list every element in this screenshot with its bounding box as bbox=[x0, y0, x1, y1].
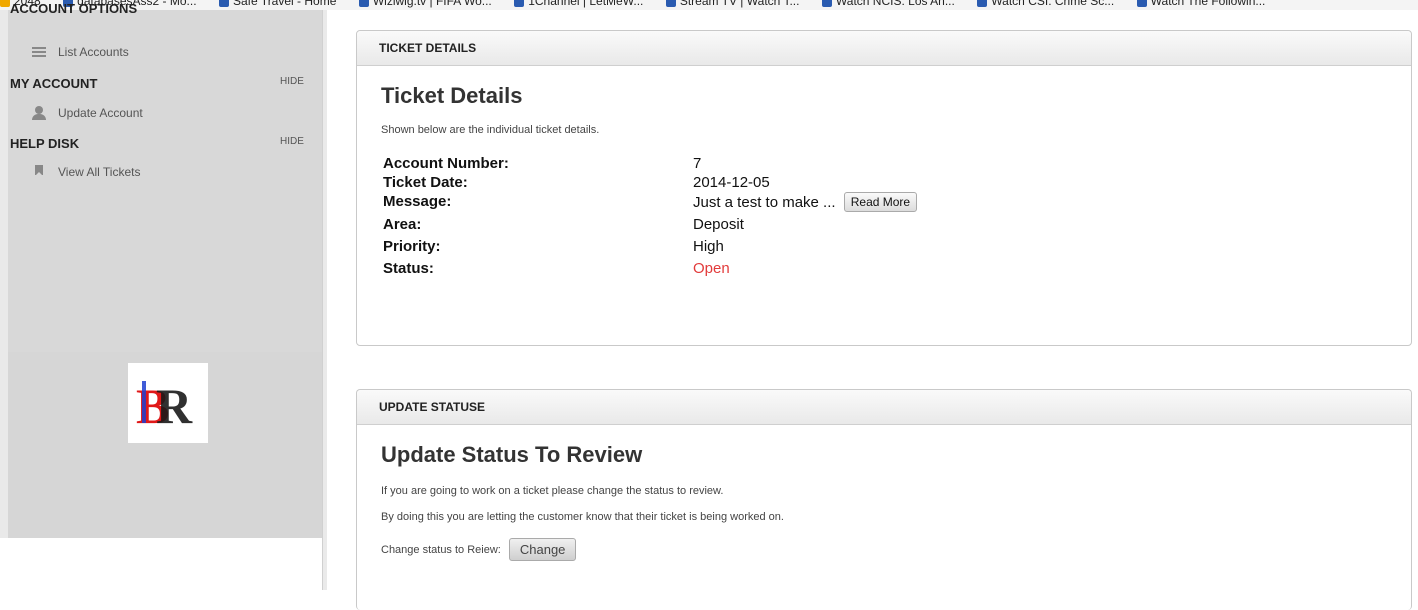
update-status-panel: UPDATE STATUSE Update Status To Review I… bbox=[356, 389, 1412, 610]
sidebar-item-view-all-tickets[interactable]: View All Tickets bbox=[32, 165, 140, 179]
detail-label: Priority: bbox=[383, 238, 441, 255]
detail-value: 2014-12-05 bbox=[693, 174, 770, 191]
sidebar-gutter bbox=[0, 10, 8, 538]
bookmark-icon bbox=[32, 165, 46, 179]
section-header-help-disk: HELP DISK bbox=[10, 136, 80, 151]
sidebar-footer bbox=[0, 538, 322, 590]
bookmark-stream-tv[interactable]: Stream TV | Watch T... bbox=[665, 0, 799, 8]
page-title: Ticket Details bbox=[381, 83, 523, 108]
section-header-account-options: ACCOUNT OPTIONS bbox=[10, 1, 138, 16]
hide-my-account-link[interactable]: HIDE bbox=[280, 76, 304, 87]
bookmarks-bar: 2048 databasesAss2 - Mo... Safe Travel -… bbox=[0, 0, 1418, 10]
change-status-button[interactable]: Change bbox=[508, 538, 577, 561]
user-icon bbox=[32, 106, 46, 120]
sidebar-item-label: List Accounts bbox=[58, 45, 129, 59]
panel-header: UPDATE STATUSE bbox=[357, 390, 1411, 425]
bookmark-1channel[interactable]: 1Channel | LetMeW... bbox=[514, 0, 643, 8]
detail-label: Account Number: bbox=[383, 155, 509, 172]
hide-help-disk-link[interactable]: HIDE bbox=[280, 136, 304, 147]
change-status-row: Change status to Reiew: Change bbox=[381, 538, 577, 561]
bookmark-csi[interactable]: Watch CSI: Crime Sc... bbox=[977, 0, 1114, 8]
logo-letter-r-overlay: R bbox=[156, 378, 193, 434]
change-status-label: Change status to Reiew: bbox=[381, 543, 501, 556]
bookmark-following[interactable]: Watch The Followin... bbox=[1136, 0, 1265, 8]
sidebar-item-label: Update Account bbox=[58, 106, 143, 120]
sidebar-divider bbox=[322, 10, 327, 590]
logo-graphic: B R bbox=[136, 378, 193, 434]
detail-label: Message: bbox=[383, 193, 452, 210]
bookmark-safe-travel[interactable]: Safe Travel - Home bbox=[219, 0, 336, 8]
detail-label: Status: bbox=[383, 260, 434, 277]
section-title: Update Status To Review bbox=[381, 442, 643, 467]
sidebar-item-update-account[interactable]: Update Account bbox=[32, 106, 143, 120]
status-badge: Open bbox=[693, 260, 730, 277]
brand-logo: B R bbox=[128, 363, 208, 443]
ticket-details-panel: TICKET DETAILS Ticket Details Shown belo… bbox=[356, 30, 1412, 346]
logo-blue-stroke bbox=[142, 381, 146, 423]
sidebar-item-list-accounts[interactable]: List Accounts bbox=[32, 45, 129, 59]
detail-label: Ticket Date: bbox=[383, 174, 468, 191]
detail-value: High bbox=[693, 238, 724, 255]
list-icon bbox=[32, 45, 46, 59]
detail-value: Deposit bbox=[693, 216, 744, 233]
instructions-line-1: If you are going to work on a ticket ple… bbox=[381, 485, 724, 497]
message-value-group: Just a test to make ... Read More bbox=[693, 192, 918, 213]
detail-value: 7 bbox=[693, 155, 702, 172]
detail-value: Just a test to make ... bbox=[693, 194, 836, 211]
sidebar: ACCOUNT OPTIONS List Accounts MY ACCOUNT… bbox=[0, 1, 322, 590]
bookmark-ncis[interactable]: Watch NCIS: Los An... bbox=[821, 0, 955, 8]
bookmark-wiziwig[interactable]: Wiziwig.tv | FIFA Wo... bbox=[358, 0, 492, 8]
detail-label: Area: bbox=[383, 216, 422, 233]
read-more-button[interactable]: Read More bbox=[843, 192, 918, 212]
section-header-my-account: MY ACCOUNT bbox=[10, 76, 98, 91]
sidebar-item-label: View All Tickets bbox=[58, 165, 141, 179]
instructions-line-2: By doing this you are letting the custom… bbox=[381, 511, 784, 523]
panel-description: Shown below are the individual ticket de… bbox=[381, 124, 600, 136]
panel-header: TICKET DETAILS bbox=[357, 31, 1411, 66]
sidebar-nav-area bbox=[8, 10, 322, 352]
